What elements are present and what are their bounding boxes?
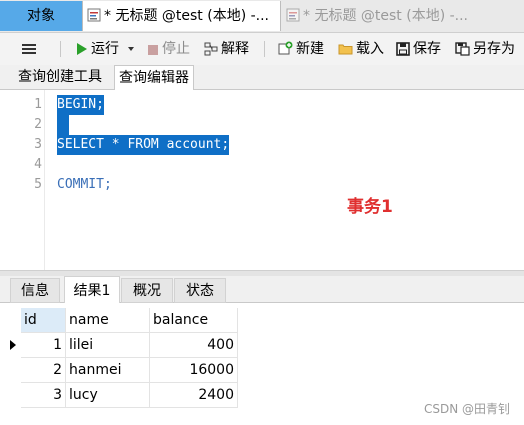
save-icon	[396, 42, 410, 56]
line-number: 3	[34, 137, 42, 152]
tab-query-builder[interactable]: 查询创建工具	[14, 65, 106, 90]
toolbar-separator	[60, 41, 61, 57]
table-cell-balance[interactable]: 2400	[150, 383, 238, 408]
folder-icon	[338, 44, 353, 55]
column-header-id[interactable]: id	[21, 308, 66, 333]
line-number: 4	[34, 157, 42, 172]
toolbar: 运行 停止 解释 新建 载入 保存 另存为	[0, 33, 524, 65]
load-button[interactable]: 载入	[338, 33, 384, 65]
explain-icon	[204, 42, 218, 56]
table-cell-id[interactable]: 1	[21, 333, 66, 358]
tab-result1[interactable]: 结果1	[64, 276, 120, 304]
toolbar-separator	[264, 41, 265, 57]
current-row-indicator	[10, 340, 16, 350]
tab-query-builder-label: 查询创建工具	[18, 69, 102, 85]
result-tabs: 信息 结果1 概况 状态	[0, 276, 524, 304]
gutter-divider	[44, 90, 45, 270]
hamburger-icon	[22, 44, 36, 54]
line-number-gutter: 1 2 3 4 5	[0, 90, 48, 270]
tab-query-editor-label: 查询编辑器	[119, 70, 189, 86]
tab-objects[interactable]: 对象	[0, 1, 82, 31]
save-as-button[interactable]: 另存为	[455, 33, 515, 65]
tab-query-inactive[interactable]: * 无标题 @test (本地) -...	[282, 1, 524, 31]
tab-info[interactable]: 信息	[10, 278, 60, 303]
load-label: 载入	[356, 41, 384, 57]
code-line[interactable]	[57, 115, 69, 135]
query-file-icon	[286, 8, 300, 22]
table-cell-id[interactable]: 2	[21, 358, 66, 383]
tab-overview[interactable]: 概况	[121, 278, 173, 303]
table-cell-id[interactable]: 3	[21, 383, 66, 408]
save-label: 保存	[413, 41, 441, 57]
tab-status-label: 状态	[186, 283, 214, 299]
tab-query-editor[interactable]: 查询编辑器	[114, 65, 194, 91]
result-grid[interactable]: id name balance 1 lilei 400 2 hanmei 160…	[0, 303, 524, 425]
transaction-annotation: 事务1	[347, 197, 393, 217]
line-number: 1	[34, 97, 42, 112]
table-cell-name[interactable]: hanmei	[66, 358, 150, 383]
run-button[interactable]: 运行	[76, 33, 138, 65]
document-tab-bar: 对象 * 无标题 @test (本地) -... * 无标题 @test (本地…	[0, 0, 524, 33]
tab-result1-label: 结果1	[73, 283, 111, 299]
editor-mode-tabs: 查询创建工具 查询编辑器	[0, 65, 524, 91]
query-file-icon	[87, 8, 101, 22]
code-line[interactable]: SELECT * FROM account;	[57, 135, 230, 155]
stop-label: 停止	[162, 41, 190, 57]
tab-overview-label: 概况	[133, 283, 161, 299]
play-icon	[77, 43, 87, 55]
watermark: CSDN @田青钊	[423, 402, 510, 416]
chevron-down-icon	[128, 47, 135, 51]
column-header-balance[interactable]: balance	[150, 308, 238, 333]
menu-button[interactable]	[22, 33, 39, 65]
new-label: 新建	[296, 41, 324, 57]
app-window: 对象 * 无标题 @test (本地) -... * 无标题 @test (本地…	[0, 0, 524, 425]
new-button[interactable]: 新建	[278, 33, 324, 65]
tab-query-inactive-label: * 无标题 @test (本地) -...	[303, 8, 469, 24]
table-cell-balance[interactable]: 400	[150, 333, 238, 358]
new-query-icon	[278, 41, 293, 55]
run-label: 运行	[91, 41, 119, 57]
stop-icon	[148, 45, 158, 55]
line-number: 2	[34, 117, 42, 132]
save-as-label: 另存为	[473, 41, 515, 57]
tab-objects-label: 对象	[27, 8, 55, 24]
sql-editor[interactable]: 1 2 3 4 5 BEGIN; SELECT * FROM account; …	[0, 90, 524, 270]
explain-label: 解释	[221, 41, 249, 57]
tab-query-active[interactable]: * 无标题 @test (本地) -...	[82, 1, 281, 31]
line-number: 5	[34, 177, 42, 192]
tab-info-label: 信息	[21, 283, 49, 299]
table-cell-name[interactable]: lucy	[66, 383, 150, 408]
explain-button[interactable]: 解释	[204, 33, 249, 65]
code-line[interactable]: COMMIT;	[57, 175, 112, 195]
table-cell-balance[interactable]: 16000	[150, 358, 238, 383]
code-line[interactable]: BEGIN;	[57, 95, 104, 115]
save-as-icon	[455, 42, 470, 56]
tab-status[interactable]: 状态	[174, 278, 226, 303]
save-button[interactable]: 保存	[396, 33, 441, 65]
tab-query-active-label: * 无标题 @test (本地) -...	[104, 8, 270, 24]
column-header-name[interactable]: name	[66, 308, 150, 333]
stop-button[interactable]: 停止	[147, 33, 190, 65]
table-cell-name[interactable]: lilei	[66, 333, 150, 358]
